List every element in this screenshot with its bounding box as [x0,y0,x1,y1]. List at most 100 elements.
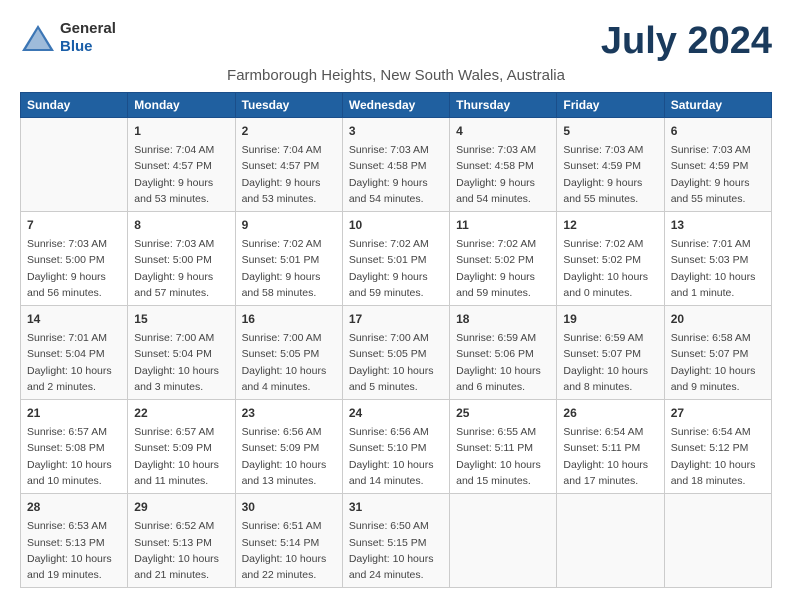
day-number: 22 [134,404,228,422]
day-info: Sunrise: 7:03 AM Sunset: 4:59 PM Dayligh… [563,142,657,207]
day-number: 15 [134,310,228,328]
logo-blue: Blue [60,38,93,55]
day-info: Sunrise: 6:52 AM Sunset: 5:13 PM Dayligh… [134,518,228,583]
day-info: Sunrise: 7:01 AM Sunset: 5:03 PM Dayligh… [671,236,765,301]
day-info: Sunrise: 7:03 AM Sunset: 4:58 PM Dayligh… [456,142,550,207]
calendar-cell: 6 Sunrise: 7:03 AM Sunset: 4:59 PM Daylig… [664,118,771,212]
day-info: Sunrise: 6:54 AM Sunset: 5:12 PM Dayligh… [671,424,765,489]
calendar-cell: 22 Sunrise: 6:57 AM Sunset: 5:09 PM Dayli… [128,400,235,494]
calendar-cell: 10Sunrise: 7:02 AM Sunset: 5:01 PM Dayli… [342,212,449,306]
calendar-header-row: SundayMondayTuesdayWednesdayThursdayFrid… [21,93,772,118]
calendar-cell: 1Sunrise: 7:04 AM Sunset: 4:57 PM Daylig… [128,118,235,212]
day-info: Sunrise: 7:02 AM Sunset: 5:01 PM Dayligh… [242,236,336,301]
calendar-cell: 8 Sunrise: 7:03 AM Sunset: 5:00 PM Daylig… [128,212,235,306]
day-number: 3 [349,122,443,140]
day-info: Sunrise: 6:56 AM Sunset: 5:09 PM Dayligh… [242,424,336,489]
calendar-body: 1Sunrise: 7:04 AM Sunset: 4:57 PM Daylig… [21,118,772,588]
calendar-cell: 16 Sunrise: 7:00 AM Sunset: 5:05 PM Dayli… [235,306,342,400]
column-header-tuesday: Tuesday [235,93,342,118]
calendar-cell: 18 Sunrise: 6:59 AM Sunset: 5:06 PM Dayli… [450,306,557,400]
calendar-cell: 28Sunrise: 6:53 AM Sunset: 5:13 PM Dayli… [21,494,128,588]
calendar-week-row: 21 Sunrise: 6:57 AM Sunset: 5:08 PM Dayli… [21,400,772,494]
day-info: Sunrise: 7:02 AM Sunset: 5:02 PM Dayligh… [456,236,550,301]
day-number: 16 [242,310,336,328]
location-title: Farmborough Heights, New South Wales, Au… [20,67,772,84]
day-info: Sunrise: 6:55 AM Sunset: 5:11 PM Dayligh… [456,424,550,489]
day-info: Sunrise: 7:03 AM Sunset: 4:58 PM Dayligh… [349,142,443,207]
header: General Blue July 2024 [20,20,772,63]
day-number: 14 [27,310,121,328]
day-info: Sunrise: 6:50 AM Sunset: 5:15 PM Dayligh… [349,518,443,583]
day-number: 7 [27,216,121,234]
column-header-friday: Friday [557,93,664,118]
day-number: 29 [134,498,228,516]
calendar-cell: 12 Sunrise: 7:02 AM Sunset: 5:02 PM Dayli… [557,212,664,306]
calendar-cell: 4 Sunrise: 7:03 AM Sunset: 4:58 PM Daylig… [450,118,557,212]
day-number: 18 [456,310,550,328]
day-info: Sunrise: 6:57 AM Sunset: 5:08 PM Dayligh… [27,424,121,489]
day-info: Sunrise: 6:57 AM Sunset: 5:09 PM Dayligh… [134,424,228,489]
day-info: Sunrise: 7:04 AM Sunset: 4:57 PM Dayligh… [242,142,336,207]
calendar-cell [557,494,664,588]
day-info: Sunrise: 7:03 AM Sunset: 4:59 PM Dayligh… [671,142,765,207]
calendar-cell: 11 Sunrise: 7:02 AM Sunset: 5:02 PM Dayli… [450,212,557,306]
column-header-thursday: Thursday [450,93,557,118]
day-number: 27 [671,404,765,422]
month-title: July 2024 [601,20,772,63]
calendar-cell: 5 Sunrise: 7:03 AM Sunset: 4:59 PM Daylig… [557,118,664,212]
calendar-cell: 31 Sunrise: 6:50 AM Sunset: 5:15 PM Dayli… [342,494,449,588]
day-number: 24 [349,404,443,422]
day-info: Sunrise: 7:02 AM Sunset: 5:02 PM Dayligh… [563,236,657,301]
day-info: Sunrise: 6:56 AM Sunset: 5:10 PM Dayligh… [349,424,443,489]
calendar-week-row: 28Sunrise: 6:53 AM Sunset: 5:13 PM Dayli… [21,494,772,588]
day-number: 9 [242,216,336,234]
day-number: 4 [456,122,550,140]
day-number: 5 [563,122,657,140]
calendar-cell: 26Sunrise: 6:54 AM Sunset: 5:11 PM Dayli… [557,400,664,494]
calendar-cell: 30Sunrise: 6:51 AM Sunset: 5:14 PM Dayli… [235,494,342,588]
day-number: 13 [671,216,765,234]
day-number: 20 [671,310,765,328]
calendar-cell: 27 Sunrise: 6:54 AM Sunset: 5:12 PM Dayli… [664,400,771,494]
logo-icon [20,23,56,53]
calendar-cell: 19Sunrise: 6:59 AM Sunset: 5:07 PM Dayli… [557,306,664,400]
day-info: Sunrise: 7:03 AM Sunset: 5:00 PM Dayligh… [27,236,121,301]
day-number: 26 [563,404,657,422]
calendar-week-row: 1Sunrise: 7:04 AM Sunset: 4:57 PM Daylig… [21,118,772,212]
calendar-cell [664,494,771,588]
day-number: 12 [563,216,657,234]
day-info: Sunrise: 6:58 AM Sunset: 5:07 PM Dayligh… [671,330,765,395]
column-header-sunday: Sunday [21,93,128,118]
calendar-cell: 15 Sunrise: 7:00 AM Sunset: 5:04 PM Dayli… [128,306,235,400]
day-info: Sunrise: 6:51 AM Sunset: 5:14 PM Dayligh… [242,518,336,583]
calendar-cell [450,494,557,588]
day-number: 21 [27,404,121,422]
column-header-wednesday: Wednesday [342,93,449,118]
day-number: 23 [242,404,336,422]
calendar-cell: 3 Sunrise: 7:03 AM Sunset: 4:58 PM Daylig… [342,118,449,212]
day-info: Sunrise: 7:00 AM Sunset: 5:05 PM Dayligh… [242,330,336,395]
column-header-monday: Monday [128,93,235,118]
day-number: 31 [349,498,443,516]
day-number: 6 [671,122,765,140]
calendar-cell [21,118,128,212]
day-info: Sunrise: 7:02 AM Sunset: 5:01 PM Dayligh… [349,236,443,301]
day-number: 17 [349,310,443,328]
day-info: Sunrise: 7:03 AM Sunset: 5:00 PM Dayligh… [134,236,228,301]
day-info: Sunrise: 7:00 AM Sunset: 5:04 PM Dayligh… [134,330,228,395]
logo: General Blue [20,20,116,56]
day-number: 28 [27,498,121,516]
day-number: 25 [456,404,550,422]
calendar-cell: 17Sunrise: 7:00 AM Sunset: 5:05 PM Dayli… [342,306,449,400]
day-info: Sunrise: 6:59 AM Sunset: 5:07 PM Dayligh… [563,330,657,395]
day-number: 8 [134,216,228,234]
logo-general: General [60,20,116,37]
calendar-cell: 29 Sunrise: 6:52 AM Sunset: 5:13 PM Dayli… [128,494,235,588]
day-info: Sunrise: 6:59 AM Sunset: 5:06 PM Dayligh… [456,330,550,395]
calendar-cell: 7 Sunrise: 7:03 AM Sunset: 5:00 PM Daylig… [21,212,128,306]
day-info: Sunrise: 7:01 AM Sunset: 5:04 PM Dayligh… [27,330,121,395]
day-number: 11 [456,216,550,234]
calendar-cell: 23 Sunrise: 6:56 AM Sunset: 5:09 PM Dayli… [235,400,342,494]
calendar-cell: 21 Sunrise: 6:57 AM Sunset: 5:08 PM Dayli… [21,400,128,494]
logo-text: General Blue [60,20,116,56]
